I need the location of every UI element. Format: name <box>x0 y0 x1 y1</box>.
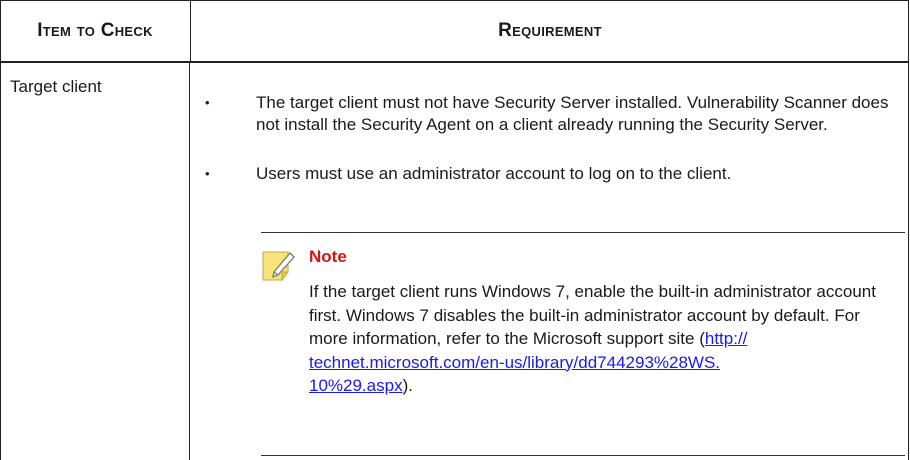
item-cell-target-client: Target client <box>10 77 102 96</box>
requirement-text-2: Users must use an administrator account … <box>256 164 732 183</box>
note-pencil-icon <box>262 251 295 282</box>
note-text-before-link: If the target client runs Windows 7, ena… <box>309 282 876 348</box>
note-top-rule <box>261 232 905 233</box>
note-title: Note <box>309 247 347 266</box>
header-item-to-check: Item to Check <box>37 20 153 41</box>
table-header-row: Item to Check Requirement <box>0 0 909 63</box>
header-requirement: Requirement <box>190 1 909 61</box>
bullet-dot-icon: • <box>205 166 210 181</box>
note-text-after-link: ). <box>402 376 413 395</box>
column-divider <box>189 62 190 460</box>
table-left-border <box>0 62 1 460</box>
note-body: If the target client runs Windows 7, ena… <box>309 280 901 398</box>
bullet-dot-icon: • <box>205 95 210 110</box>
note-bottom-rule <box>261 455 905 456</box>
requirement-text-1: The target client must not have Security… <box>256 93 889 134</box>
requirements-table: Item to Check Requirement Target client … <box>0 0 909 460</box>
table-right-border <box>908 62 909 460</box>
